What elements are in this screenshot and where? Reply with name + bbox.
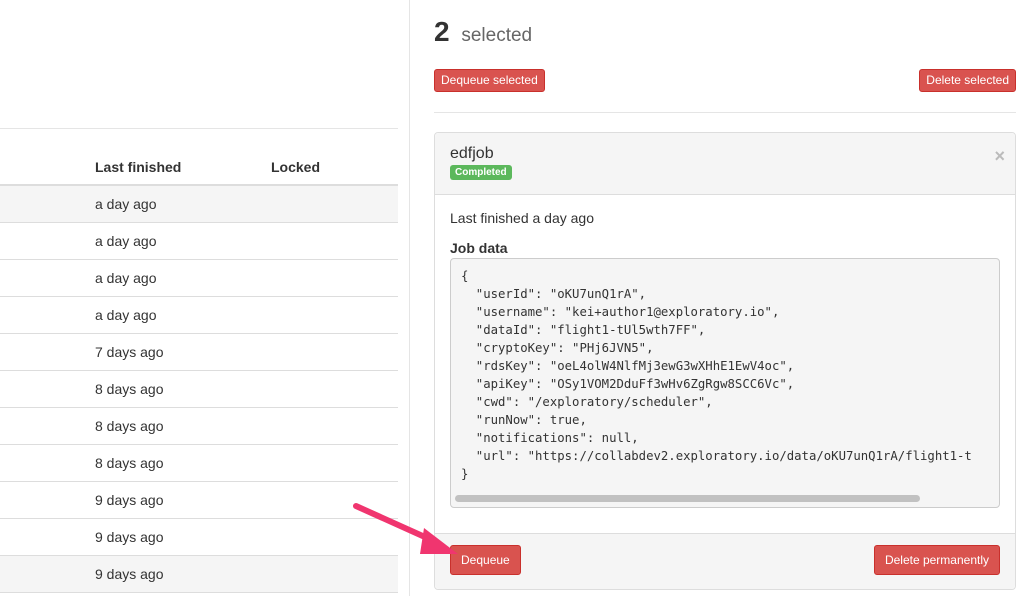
horizontal-scrollbar[interactable] — [455, 495, 920, 502]
column-header-locked[interactable]: Locked — [271, 159, 320, 175]
json-line: "userId": "oKU7unQ1rA", — [461, 287, 647, 301]
cell-last-finished: 8 days ago — [95, 455, 164, 471]
delete-selected-button[interactable]: Delete selected — [919, 69, 1016, 92]
selected-count: 2 — [434, 16, 450, 47]
table-row[interactable]: a day ago — [0, 260, 398, 297]
table-body: a day ago a day ago a day ago a day ago 7 da… — [0, 186, 398, 593]
left-top-area — [0, 0, 398, 129]
job-data-label: Job data — [450, 240, 508, 256]
job-name: edfjob — [450, 145, 494, 162]
table-row[interactable]: 8 days ago — [0, 371, 398, 408]
json-line: "dataId": "flight1-tUl5wth7FF", — [461, 323, 706, 337]
cell-last-finished: 9 days ago — [95, 492, 164, 508]
cell-last-finished: a day ago — [95, 196, 157, 212]
dequeue-button[interactable]: Dequeue — [450, 545, 521, 575]
json-line: "username": "kei+author1@exploratory.io"… — [461, 305, 780, 319]
json-line: "rdsKey": "oeL4olW4NlfMj3ewG3wXHhE1EwV4o… — [461, 359, 795, 373]
json-line: "cwd": "/exploratory/scheduler", — [461, 395, 713, 409]
json-line: "apiKey": "OSy1VOM2DduFf3wHv6ZgRgw8SCC6V… — [461, 377, 795, 391]
table-row[interactable]: 8 days ago — [0, 445, 398, 482]
json-line: "cryptoKey": "PHj6JVN5", — [461, 341, 654, 355]
close-icon[interactable]: × — [994, 147, 1005, 165]
json-line: "notifications": null, — [461, 431, 639, 445]
json-line: "url": "https://collabdev2.exploratory.i… — [461, 449, 972, 463]
cell-last-finished: 8 days ago — [95, 418, 164, 434]
table-row[interactable]: 9 days ago — [0, 556, 398, 593]
json-line: "runNow": true, — [461, 413, 587, 427]
table-row[interactable]: 8 days ago — [0, 408, 398, 445]
table-row[interactable]: a day ago — [0, 223, 398, 260]
table-header: Last finished Locked — [0, 129, 398, 186]
cell-last-finished: 9 days ago — [95, 566, 164, 582]
job-last-finished: Last finished a day ago — [450, 210, 594, 226]
json-line: { — [461, 269, 469, 283]
cell-last-finished: 7 days ago — [95, 344, 164, 360]
column-header-last-finished[interactable]: Last finished — [95, 159, 181, 175]
job-card: edfjob Completed × Last finished a day a… — [434, 132, 1016, 590]
table-row[interactable]: a day ago — [0, 297, 398, 334]
status-badge: Completed — [450, 165, 512, 180]
job-data-code-block[interactable]: { "userId": "oKU7unQ1rA", "username": "k… — [450, 258, 1000, 508]
delete-permanently-button[interactable]: Delete permanently — [873, 545, 1000, 575]
dequeue-selected-button[interactable]: Dequeue selected — [434, 69, 545, 92]
divider — [434, 112, 1016, 113]
selected-count-heading: 2 selected — [434, 16, 532, 48]
job-card-header: edfjob Completed × — [435, 133, 1015, 195]
job-data-json: { "userId": "oKU7unQ1rA", "username": "k… — [461, 267, 972, 483]
table-row[interactable]: 9 days ago — [0, 519, 398, 556]
cell-last-finished: 8 days ago — [95, 381, 164, 397]
selection-panel: 2 selected Dequeue selected Delete selec… — [422, 0, 1022, 596]
cell-last-finished: 9 days ago — [95, 529, 164, 545]
json-line: } — [461, 467, 469, 481]
job-card-footer: Dequeue Delete permanently — [435, 533, 1015, 589]
cell-last-finished: a day ago — [95, 307, 157, 323]
cell-last-finished: a day ago — [95, 270, 157, 286]
selected-label: selected — [461, 25, 533, 46]
cell-last-finished: a day ago — [95, 233, 157, 249]
table-row[interactable]: a day ago — [0, 186, 398, 223]
table-row[interactable]: 9 days ago — [0, 482, 398, 519]
jobs-list-panel: Last finished Locked a day ago a day ago a… — [0, 0, 410, 596]
table-row[interactable]: 7 days ago — [0, 334, 398, 371]
